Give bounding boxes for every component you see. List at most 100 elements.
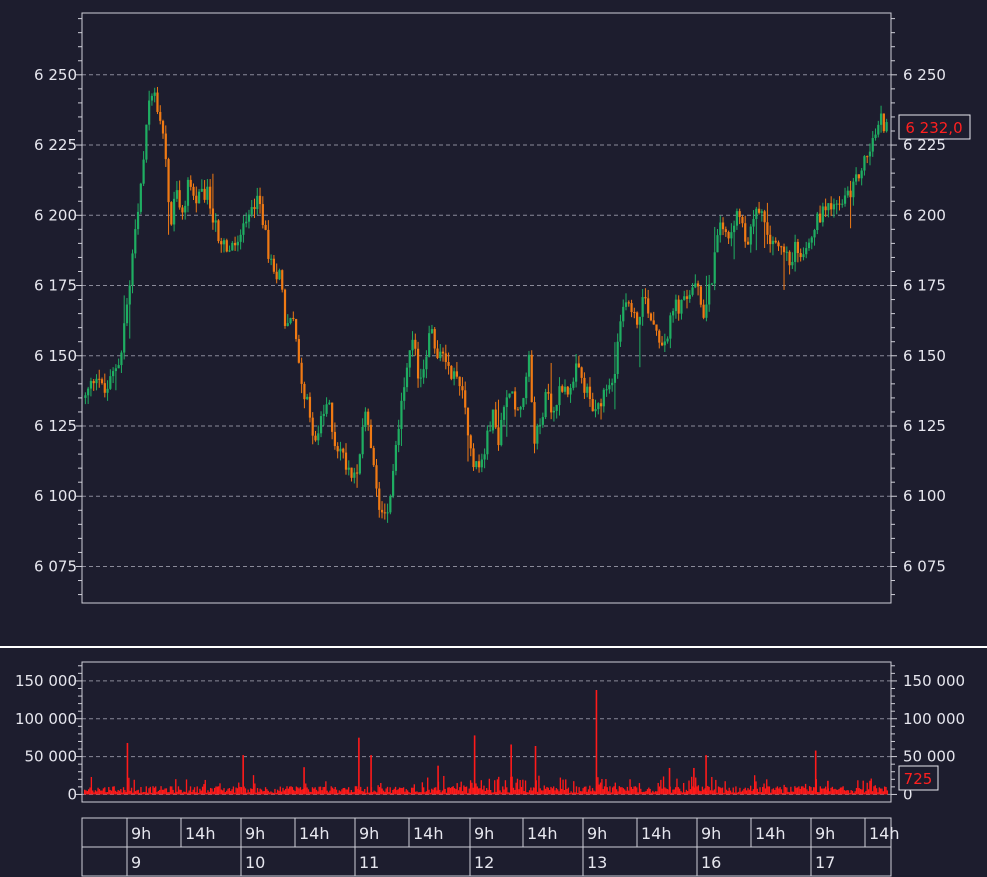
- volume-bar: [306, 787, 308, 795]
- candle-body: [325, 404, 328, 414]
- candle-body: [785, 251, 788, 253]
- volume-bar: [293, 789, 295, 795]
- volume-bar: [644, 791, 646, 795]
- candle-body: [799, 253, 802, 258]
- volume-bar: [606, 787, 608, 795]
- volume-bar: [841, 787, 843, 795]
- candle-body: [544, 392, 547, 418]
- volume-bar: [356, 786, 358, 795]
- volume-bar: [205, 792, 208, 795]
- candle-body: [361, 426, 364, 455]
- volume-bar: [92, 790, 94, 795]
- volume-bar: [260, 789, 263, 795]
- volume-spike: [693, 767, 695, 795]
- volume-bar: [684, 792, 686, 795]
- volume-bar: [361, 790, 363, 795]
- volume-bar: [507, 792, 509, 795]
- volume-bar: [554, 790, 556, 795]
- volume-bar: [433, 787, 436, 795]
- candle-body: [810, 237, 813, 243]
- candle-body: [344, 452, 348, 470]
- volume-tick-label-left: 150 000: [15, 672, 77, 690]
- candle-body: [106, 388, 109, 393]
- candle-body: [236, 241, 239, 246]
- volume-bar: [172, 789, 174, 795]
- volume-bar: [94, 790, 97, 795]
- volume-tick-label-right: 50 000: [903, 748, 956, 766]
- volume-bar: [719, 787, 721, 795]
- volume-bar: [569, 792, 571, 795]
- volume-bar: [148, 788, 150, 795]
- candle-body: [536, 425, 539, 444]
- candle-body: [350, 467, 353, 478]
- panel-separator[interactable]: [0, 646, 987, 648]
- volume-bar: [262, 791, 264, 795]
- volume-bar: [869, 780, 871, 795]
- volume-bar: [171, 786, 173, 795]
- volume-bar: [480, 780, 482, 795]
- volume-bar: [365, 792, 367, 795]
- volume-bar: [153, 787, 156, 795]
- volume-bar: [90, 777, 93, 795]
- candle-body: [428, 333, 431, 357]
- candle-body: [319, 416, 323, 434]
- volume-bar: [536, 791, 539, 795]
- volume-bar: [346, 789, 348, 795]
- candle-body: [769, 234, 772, 245]
- candle-body: [672, 311, 675, 316]
- volume-bar: [448, 787, 450, 795]
- volume-bar: [708, 786, 710, 795]
- volume-spike: [668, 767, 671, 795]
- candle-body: [264, 224, 267, 230]
- hour-label: 14h: [185, 824, 216, 843]
- volume-bar: [244, 788, 247, 795]
- volume-bar: [165, 788, 168, 795]
- volume-bar: [590, 791, 592, 795]
- volume-bar: [353, 791, 355, 795]
- candle-body: [514, 391, 517, 410]
- volume-bar: [512, 787, 515, 795]
- volume-bar: [743, 788, 745, 795]
- volume-bar: [441, 790, 444, 795]
- volume-bar: [405, 789, 407, 795]
- volume-bar: [318, 786, 320, 795]
- candle-body: [846, 190, 849, 196]
- volume-bar: [724, 781, 726, 795]
- volume-bar: [208, 791, 210, 795]
- candle-body: [114, 368, 117, 372]
- volume-bar: [432, 789, 434, 795]
- volume-bar: [731, 792, 733, 795]
- volume-bar: [858, 788, 860, 795]
- volume-bar: [697, 785, 700, 795]
- candle-body: [599, 403, 603, 407]
- candle-body: [774, 240, 777, 243]
- candle-body: [214, 220, 217, 223]
- volume-bar: [883, 786, 886, 795]
- volume-bar: [404, 791, 406, 795]
- price-tick-label-left: 6 150: [34, 347, 77, 365]
- candle-body: [755, 208, 758, 219]
- volume-bar: [519, 780, 521, 795]
- candle-body: [303, 383, 306, 400]
- volume-bar: [790, 786, 792, 795]
- candle-body: [455, 371, 458, 377]
- volume-spike: [705, 755, 707, 795]
- volume-bar: [609, 786, 611, 795]
- volume-bar: [251, 789, 253, 795]
- volume-bar: [134, 791, 137, 795]
- volume-bar: [768, 786, 771, 795]
- candle-body: [211, 208, 215, 223]
- volume-bar: [758, 791, 760, 795]
- price-tick-label-right: 6 075: [903, 557, 946, 575]
- candle-body: [247, 214, 251, 222]
- volume-bar: [449, 788, 452, 795]
- volume-bar: [377, 785, 379, 795]
- volume-bar: [349, 792, 351, 795]
- volume-bar: [417, 792, 419, 795]
- volume-bar: [270, 791, 272, 795]
- candle-body: [821, 206, 824, 223]
- candle-body: [181, 207, 184, 213]
- candle-body: [658, 330, 661, 343]
- candle-body: [879, 113, 883, 125]
- volume-bar: [220, 789, 223, 795]
